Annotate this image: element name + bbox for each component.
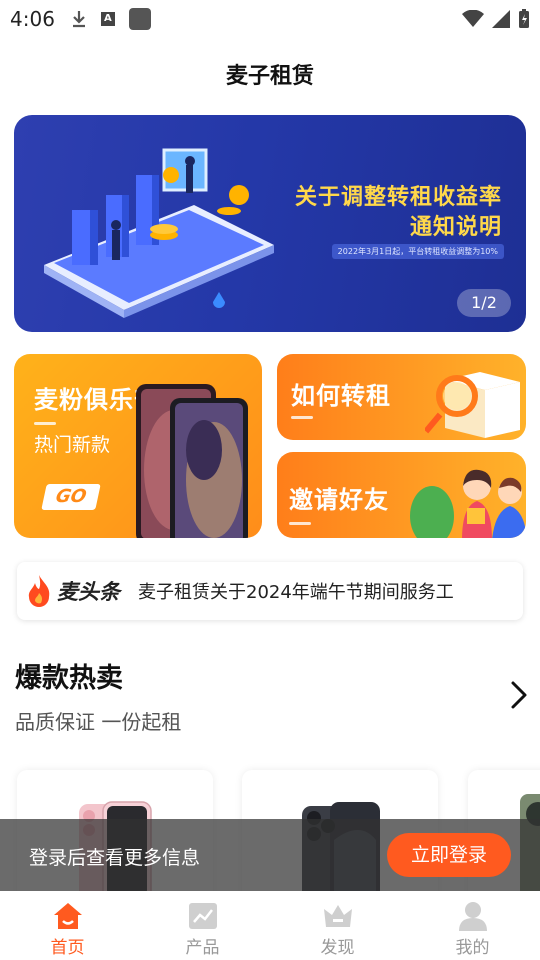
page-title: 麦子租赁: [225, 64, 314, 89]
status-bar: 4:06 A: [0, 0, 540, 38]
invite-card-title: 邀请好友: [289, 486, 389, 514]
login-toast: 登录后查看更多信息 立即登录: [0, 819, 540, 891]
tab-products[interactable]: 产品: [135, 891, 270, 960]
signal-icon: [492, 10, 510, 28]
battery-icon: [519, 9, 529, 28]
home-icon: [53, 903, 82, 929]
ticker-headline[interactable]: 麦子租赁关于2024年端午节期间服务工: [138, 578, 454, 604]
friends-illustration: [410, 469, 526, 538]
phone-image: [136, 384, 248, 538]
section-subtitle: 品质保证 一份起租: [15, 710, 182, 734]
font-icon: A: [100, 12, 115, 26]
invite-card[interactable]: 邀请好友: [277, 452, 526, 538]
banner-headline-line1: 关于调整转租收益率: [294, 185, 502, 210]
status-time: 4:06: [10, 7, 55, 31]
chevron-right-icon[interactable]: [508, 680, 530, 710]
ticker-brand: 麦头条: [27, 575, 120, 607]
tab-products-label: 产品: [185, 938, 220, 958]
invite-card-divider: [289, 522, 311, 525]
banner-pager: 1/2: [457, 289, 511, 317]
wifi-icon: [462, 10, 484, 27]
banner-illustration: [44, 148, 274, 318]
banner-headline-line2: 通知说明: [409, 215, 502, 240]
banner-headline: 关于调整转租收益率 通知说明: [295, 183, 502, 243]
flame-icon: [28, 575, 50, 607]
download-icon: [72, 11, 85, 28]
tab-home-label: 首页: [50, 938, 85, 958]
ticker-brand-text: 麦头条: [57, 580, 120, 604]
login-prompt-text: 登录后查看更多信息: [29, 847, 201, 869]
promo-banner[interactable]: 关于调整转租收益率 通知说明 2022年3月1日起，平台转租收益调整为10% 1…: [14, 115, 526, 332]
section-title: 爆款热卖: [15, 663, 123, 694]
club-card-subtitle: 热门新款: [34, 434, 111, 456]
login-button[interactable]: 立即登录: [387, 833, 511, 877]
club-card-divider: [34, 422, 56, 425]
tab-mine[interactable]: 我的: [405, 891, 540, 960]
bottom-tab-bar: 首页 产品 发现 我的: [0, 891, 540, 960]
go-button[interactable]: GO: [41, 484, 101, 510]
app-icon: [128, 8, 151, 30]
book-magnifier-icon: [425, 372, 520, 438]
user-icon: [458, 902, 487, 931]
club-card[interactable]: 麦粉俱乐部 热门新款 GO: [14, 354, 262, 538]
transfer-card-title: 如何转租: [291, 382, 391, 410]
crown-icon: [323, 905, 352, 927]
tab-discover[interactable]: 发现: [270, 891, 405, 960]
transfer-card[interactable]: 如何转租: [277, 354, 526, 440]
banner-subtext: 2022年3月1日起，平台转租收益调整为10%: [331, 244, 504, 259]
tab-discover-label: 发现: [320, 938, 355, 958]
chart-icon: [188, 903, 217, 929]
drop-icon: [213, 292, 225, 308]
news-ticker[interactable]: 麦头条 麦子租赁关于2024年端午节期间服务工: [17, 562, 523, 620]
tab-mine-label: 我的: [455, 938, 490, 958]
tab-home[interactable]: 首页: [0, 891, 135, 960]
transfer-card-divider: [291, 416, 313, 419]
